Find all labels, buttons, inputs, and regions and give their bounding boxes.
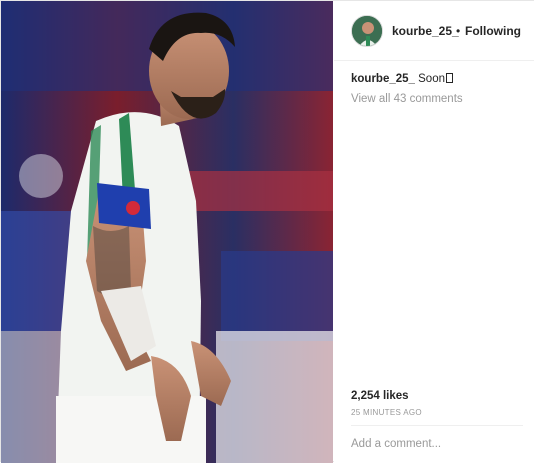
- likes-count[interactable]: 2,254 likes: [351, 390, 409, 402]
- caption-text: Soon: [418, 73, 445, 85]
- post-timestamp[interactable]: 25 MINUTES AGO: [351, 408, 422, 417]
- following-button[interactable]: Following: [465, 24, 521, 38]
- divider: [351, 425, 523, 426]
- post-photo[interactable]: [1, 1, 333, 463]
- caption-username[interactable]: kourbe_25_: [351, 73, 415, 85]
- post-sidebar: kourbe_25_ • Following kourbe_25_ Soon V…: [334, 1, 534, 463]
- emoji-glyph-icon: [446, 73, 453, 83]
- post-caption: kourbe_25_ Soon: [351, 73, 453, 85]
- header-username[interactable]: kourbe_25_: [392, 24, 459, 38]
- view-all-comments-link[interactable]: View all 43 comments: [351, 93, 463, 105]
- post-header: kourbe_25_ • Following: [334, 1, 534, 61]
- separator-dot: •: [456, 24, 461, 38]
- instagram-post: kourbe_25_ • Following kourbe_25_ Soon V…: [0, 0, 534, 463]
- add-comment-input[interactable]: [351, 438, 523, 450]
- avatar-image-icon: [352, 16, 382, 46]
- avatar[interactable]: [351, 15, 383, 47]
- player-photo-illustration: [1, 1, 333, 463]
